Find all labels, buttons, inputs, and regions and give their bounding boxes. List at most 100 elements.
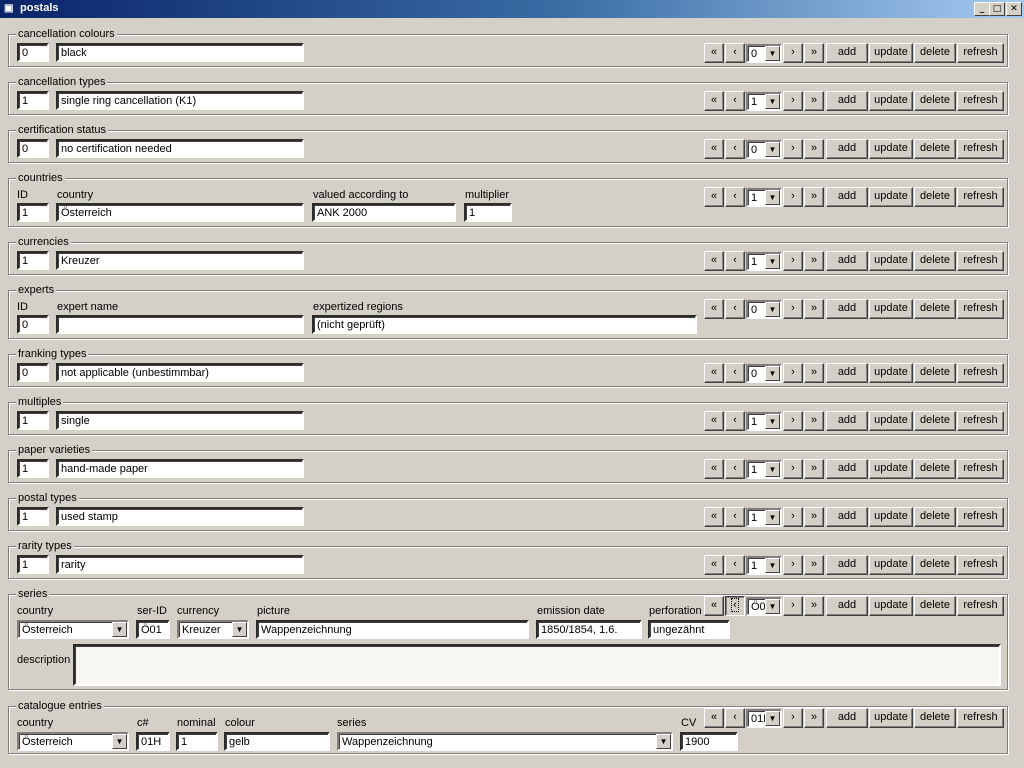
country-select[interactable]: Österreich ▼ [17, 732, 129, 751]
add-button[interactable]: add [826, 459, 868, 479]
value-field[interactable]: hand-made paper [56, 459, 304, 478]
delete-button[interactable]: delete [914, 363, 956, 383]
record-selector[interactable]: 0 ▼ [746, 44, 782, 63]
first-record-button[interactable]: « [704, 187, 724, 207]
update-button[interactable]: update [869, 411, 913, 431]
add-button[interactable]: add [826, 299, 868, 319]
update-button[interactable]: update [869, 299, 913, 319]
next-record-button[interactable]: › [783, 43, 803, 63]
id-field[interactable]: 1 [17, 411, 49, 430]
chevron-down-icon[interactable]: ▼ [112, 734, 127, 749]
next-record-button[interactable]: › [783, 251, 803, 271]
last-record-button[interactable]: » [804, 459, 824, 479]
chevron-down-icon[interactable]: ▼ [112, 622, 127, 637]
prev-record-button[interactable]: ‹ [725, 139, 745, 159]
update-button[interactable]: update [869, 43, 913, 63]
first-record-button[interactable]: « [704, 459, 724, 479]
next-record-button[interactable]: › [783, 299, 803, 319]
refresh-button[interactable]: refresh [957, 555, 1004, 575]
delete-button[interactable]: delete [914, 139, 956, 159]
prev-record-button[interactable]: ‹ [725, 363, 745, 383]
prev-record-button[interactable]: ‹ [725, 459, 745, 479]
expert-name-field[interactable] [56, 315, 304, 334]
last-record-button[interactable]: » [804, 187, 824, 207]
first-record-button[interactable]: « [704, 91, 724, 111]
refresh-button[interactable]: refresh [957, 459, 1004, 479]
next-record-button[interactable]: › [783, 363, 803, 383]
delete-button[interactable]: delete [914, 91, 956, 111]
value-field[interactable]: used stamp [56, 507, 304, 526]
add-button[interactable]: add [826, 43, 868, 63]
delete-button[interactable]: delete [914, 708, 956, 728]
value-field[interactable]: no certification needed [56, 139, 304, 158]
record-selector[interactable]: 0 ▼ [746, 300, 782, 319]
chevron-down-icon[interactable]: ▼ [765, 599, 780, 614]
delete-button[interactable]: delete [914, 596, 956, 616]
record-selector[interactable]: 1 ▼ [746, 252, 782, 271]
prev-record-button[interactable]: ‹ [725, 299, 745, 319]
prev-record-button[interactable]: ‹ [725, 507, 745, 527]
maximize-button[interactable]: □ [989, 2, 1005, 16]
record-selector[interactable]: 1 ▼ [746, 188, 782, 207]
value-field[interactable]: Kreuzer [56, 251, 304, 270]
first-record-button[interactable]: « [704, 43, 724, 63]
cv-field[interactable]: 1900 [680, 732, 738, 751]
next-record-button[interactable]: › [783, 91, 803, 111]
refresh-button[interactable]: refresh [957, 507, 1004, 527]
refresh-button[interactable]: refresh [957, 187, 1004, 207]
add-button[interactable]: add [826, 251, 868, 271]
refresh-button[interactable]: refresh [957, 251, 1004, 271]
update-button[interactable]: update [869, 555, 913, 575]
last-record-button[interactable]: » [804, 411, 824, 431]
last-record-button[interactable]: » [804, 363, 824, 383]
add-button[interactable]: add [826, 507, 868, 527]
chevron-down-icon[interactable]: ▼ [656, 734, 671, 749]
update-button[interactable]: update [869, 251, 913, 271]
cnum-field[interactable]: 01H [136, 732, 170, 751]
first-record-button[interactable]: « [704, 363, 724, 383]
id-field[interactable]: 0 [17, 139, 49, 158]
refresh-button[interactable]: refresh [957, 363, 1004, 383]
add-button[interactable]: add [826, 555, 868, 575]
delete-button[interactable]: delete [914, 43, 956, 63]
record-selector[interactable]: 0 ▼ [746, 364, 782, 383]
last-record-button[interactable]: » [804, 555, 824, 575]
nominal-field[interactable]: 1 [176, 732, 218, 751]
delete-button[interactable]: delete [914, 299, 956, 319]
record-selector[interactable]: Ö0 ▼ [746, 597, 782, 616]
chevron-down-icon[interactable]: ▼ [765, 94, 780, 109]
close-button[interactable]: ✕ [1006, 2, 1022, 16]
update-button[interactable]: update [869, 507, 913, 527]
delete-button[interactable]: delete [914, 187, 956, 207]
last-record-button[interactable]: » [804, 596, 824, 616]
multiplier-field[interactable]: 1 [464, 203, 512, 222]
refresh-button[interactable]: refresh [957, 411, 1004, 431]
prev-record-button[interactable]: ‹ [725, 187, 745, 207]
chevron-down-icon[interactable]: ▼ [765, 254, 780, 269]
minimize-button[interactable]: _ [974, 2, 990, 16]
next-record-button[interactable]: › [783, 187, 803, 207]
delete-button[interactable]: delete [914, 507, 956, 527]
last-record-button[interactable]: » [804, 708, 824, 728]
first-record-button[interactable]: « [704, 555, 724, 575]
first-record-button[interactable]: « [704, 708, 724, 728]
delete-button[interactable]: delete [914, 555, 956, 575]
series-select[interactable]: Wappenzeichnung ▼ [337, 732, 673, 751]
add-button[interactable]: add [826, 596, 868, 616]
chevron-down-icon[interactable]: ▼ [765, 366, 780, 381]
record-selector[interactable]: 1 ▼ [746, 460, 782, 479]
regions-field[interactable]: (nicht geprüft) [312, 315, 697, 334]
chevron-down-icon[interactable]: ▼ [765, 46, 780, 61]
next-record-button[interactable]: › [783, 708, 803, 728]
id-field[interactable]: 1 [17, 459, 49, 478]
chevron-down-icon[interactable]: ▼ [765, 302, 780, 317]
record-selector[interactable]: 1 ▼ [746, 92, 782, 111]
value-field[interactable]: single ring cancellation (K1) [56, 91, 304, 110]
valued-field[interactable]: ANK 2000 [312, 203, 456, 222]
id-field[interactable]: 0 [17, 363, 49, 382]
update-button[interactable]: update [869, 363, 913, 383]
refresh-button[interactable]: refresh [957, 139, 1004, 159]
delete-button[interactable]: delete [914, 411, 956, 431]
ser-id-field[interactable]: Ö01 [136, 620, 170, 639]
value-field[interactable]: black [56, 43, 304, 62]
